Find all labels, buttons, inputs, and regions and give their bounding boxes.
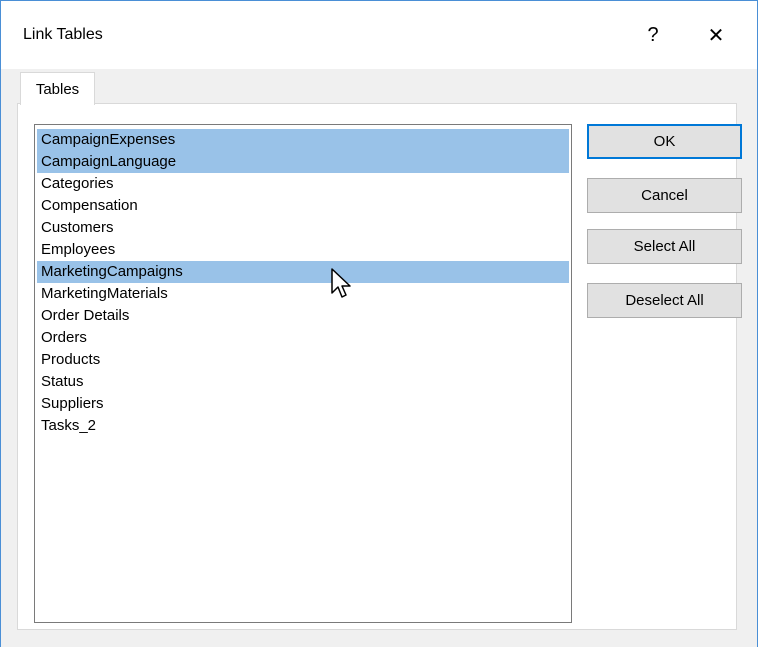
list-item[interactable]: CampaignLanguage [37,151,569,173]
list-item[interactable]: CampaignExpenses [37,129,569,151]
list-item[interactable]: Employees [37,239,569,261]
cancel-button[interactable]: Cancel [587,178,742,213]
title-bar: Link Tables ? ✕ [1,1,757,69]
list-item[interactable]: Suppliers [37,393,569,415]
list-item[interactable]: Products [37,349,569,371]
list-item[interactable]: Tasks_2 [37,415,569,437]
list-item[interactable]: Order Details [37,305,569,327]
close-icon: ✕ [707,24,725,47]
tables-listbox[interactable]: CampaignExpenses CampaignLanguage Categori… [34,124,572,623]
list-item[interactable]: MarketingCampaigns [37,261,569,283]
list-item[interactable]: Categories [37,173,569,195]
list-item[interactable]: Compensation [37,195,569,217]
deselect-all-button[interactable]: Deselect All [587,283,742,318]
window-title: Link Tables [23,26,103,43]
ok-button[interactable]: OK [587,124,742,159]
select-all-button[interactable]: Select All [587,229,742,264]
close-button[interactable]: ✕ [694,17,738,53]
list-item[interactable]: MarketingMaterials [37,283,569,305]
tab-tables[interactable]: Tables [20,72,95,105]
list-item[interactable]: Status [37,371,569,393]
list-item[interactable]: Customers [37,217,569,239]
help-button[interactable]: ? [631,17,675,53]
question-icon: ? [647,23,659,46]
tab-tables-label: Tables [35,80,80,98]
list-item[interactable]: Orders [37,327,569,349]
